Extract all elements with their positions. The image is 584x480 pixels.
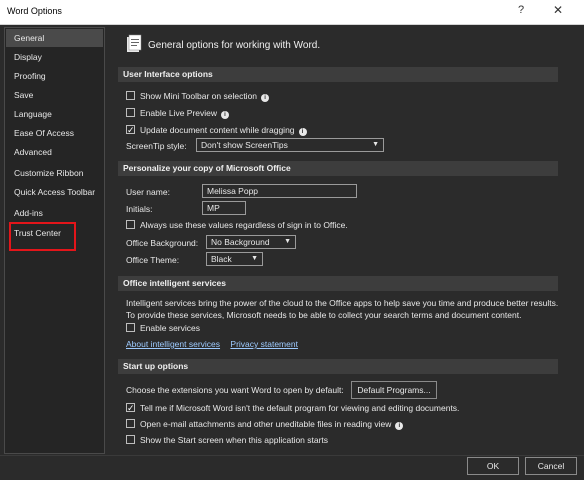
office-theme-select[interactable]: Black ▼ <box>206 252 263 266</box>
show-start-option[interactable]: Show the Start screen when this applicat… <box>126 433 328 447</box>
about-intelligent-services-link[interactable]: About intelligent services <box>126 339 220 349</box>
update-dragging-option[interactable]: Update document content while draggingi <box>126 123 307 137</box>
always-use-label: Always use these values regardless of si… <box>140 220 348 230</box>
section-user-interface: User Interface options <box>118 67 558 82</box>
info-icon: i <box>298 128 307 136</box>
sidebar-item-save[interactable]: Save <box>6 86 103 104</box>
show-start-label: Show the Start screen when this applicat… <box>140 435 329 445</box>
tell-me-checkbox[interactable] <box>126 401 135 415</box>
mini-toolbar-option[interactable]: Show Mini Toolbar on selection i <box>126 89 270 103</box>
choose-extensions-label: Choose the extensions you want Word to o… <box>126 385 344 395</box>
update-dragging-label: Update document content while dragging <box>140 125 295 135</box>
info-icon: i <box>261 94 270 102</box>
info-icon: i <box>221 111 230 119</box>
options-window: General Display Proofing Save Language E… <box>0 25 584 480</box>
intelligent-links: About intelligent services Privacy state… <box>126 337 298 351</box>
office-background-value: No Background <box>211 237 270 247</box>
office-background-label: Office Background: <box>126 238 199 248</box>
initials-field[interactable]: MP <box>202 201 246 215</box>
help-button[interactable]: ? <box>518 4 524 16</box>
ok-button[interactable]: OK <box>467 457 519 475</box>
open-email-option[interactable]: Open e-mail attachments and other unedit… <box>126 417 404 431</box>
window-title: Word Options <box>7 6 62 16</box>
live-preview-label: Enable Live Preview <box>140 108 218 118</box>
tell-me-label: Tell me if Microsoft Word isn't the defa… <box>140 403 460 413</box>
office-background-select[interactable]: No Background ▼ <box>206 235 296 249</box>
office-theme-value: Black <box>211 254 232 264</box>
sidebar-item-display[interactable]: Display <box>6 48 103 66</box>
sidebar: General Display Proofing Save Language E… <box>4 27 105 454</box>
chevron-down-icon: ▼ <box>372 141 379 148</box>
enable-services-checkbox[interactable] <box>126 323 135 332</box>
default-programs-button[interactable]: Default Programs... <box>351 381 437 399</box>
sidebar-item-add-ins[interactable]: Add-ins <box>6 204 103 222</box>
screentip-label: ScreenTip style: <box>126 141 187 151</box>
mini-toolbar-label: Show Mini Toolbar on selection <box>140 91 258 101</box>
title-bar: Word Options ? ✕ <box>0 0 584 25</box>
cancel-button[interactable]: Cancel <box>525 457 577 475</box>
show-start-checkbox[interactable] <box>126 435 135 444</box>
sidebar-item-customize-ribbon[interactable]: Customize Ribbon <box>6 164 103 182</box>
info-icon: i <box>395 422 404 430</box>
main-panel: General options for working with Word. U… <box>110 27 572 452</box>
always-use-option[interactable]: Always use these values regardless of si… <box>126 218 348 232</box>
section-intelligent-services: Office intelligent services <box>118 276 558 291</box>
initials-label: Initials: <box>126 204 153 214</box>
intelligent-description: Intelligent services bring the power of … <box>126 298 559 320</box>
page-title: General options for working with Word. <box>148 40 321 51</box>
open-email-label: Open e-mail attachments and other unedit… <box>140 419 392 429</box>
live-preview-checkbox[interactable] <box>126 108 135 117</box>
vertical-scrollbar[interactable] <box>573 27 582 452</box>
mini-toolbar-checkbox[interactable] <box>126 91 135 100</box>
sidebar-item-general[interactable]: General <box>6 29 103 47</box>
screentip-select[interactable]: Don't show ScreenTips ▼ <box>196 138 384 152</box>
close-button[interactable]: ✕ <box>553 3 563 17</box>
chevron-down-icon: ▼ <box>284 238 291 245</box>
chevron-down-icon: ▼ <box>251 255 258 262</box>
open-email-checkbox[interactable] <box>126 419 135 428</box>
privacy-statement-link[interactable]: Privacy statement <box>230 339 298 349</box>
enable-services-option[interactable]: Enable services <box>126 321 200 335</box>
sidebar-item-advanced[interactable]: Advanced <box>6 143 103 161</box>
sidebar-item-quick-access-toolbar[interactable]: Quick Access Toolbar <box>6 183 103 201</box>
office-theme-label: Office Theme: <box>126 255 180 265</box>
always-use-checkbox[interactable] <box>126 220 135 229</box>
live-preview-option[interactable]: Enable Live Preview i <box>126 106 230 120</box>
sidebar-item-language[interactable]: Language <box>6 105 103 123</box>
footer-divider <box>0 455 584 456</box>
screentip-value: Don't show ScreenTips <box>201 140 288 150</box>
username-label: User name: <box>126 187 170 197</box>
section-personalize: Personalize your copy of Microsoft Offic… <box>118 161 558 176</box>
sidebar-item-proofing[interactable]: Proofing <box>6 67 103 85</box>
update-dragging-checkbox[interactable] <box>126 123 135 137</box>
username-field[interactable]: Melissa Popp <box>202 184 357 198</box>
trust-center-highlight <box>9 222 76 251</box>
enable-services-label: Enable services <box>140 323 201 333</box>
tell-me-option[interactable]: Tell me if Microsoft Word isn't the defa… <box>126 401 459 415</box>
sidebar-item-ease-of-access[interactable]: Ease Of Access <box>6 124 103 142</box>
section-startup: Start up options <box>118 359 558 374</box>
word-options-general-icon <box>127 34 142 52</box>
